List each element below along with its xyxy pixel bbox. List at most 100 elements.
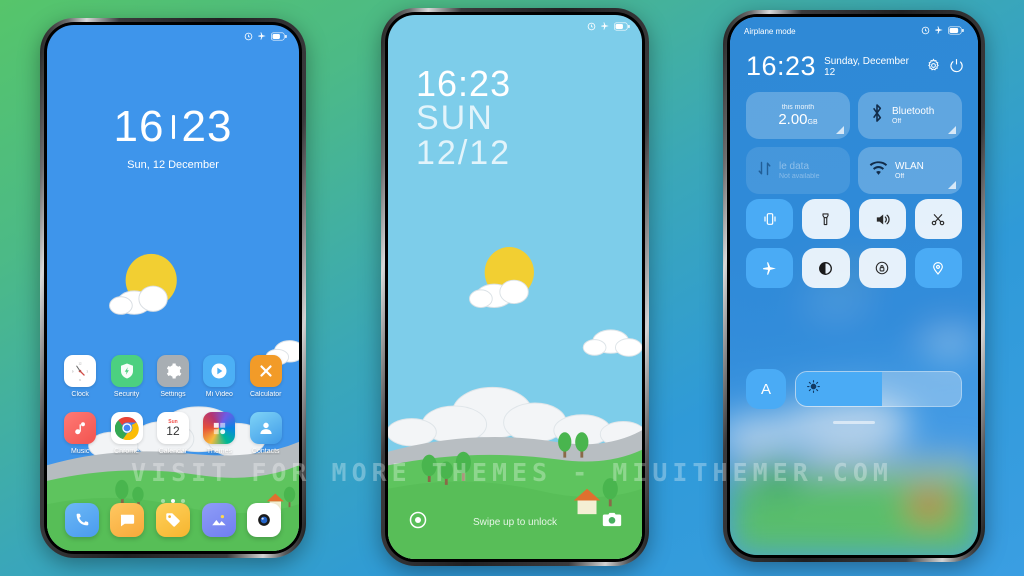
toggle-sound[interactable] [858, 199, 906, 239]
app-label: Calendar [158, 448, 188, 455]
brightness-row: A [746, 369, 962, 409]
battery-icon [614, 18, 630, 36]
app-mi-video[interactable]: Mi Video [198, 355, 240, 398]
calendar-icon: Sun 12 [156, 412, 189, 444]
tile-bluetooth[interactable]: Bluetooth Off [858, 92, 962, 139]
tile-wlan[interactable]: WLAN Off [858, 147, 962, 194]
tile-state: Not available [779, 173, 820, 181]
auto-brightness-button[interactable]: A [746, 369, 786, 409]
big-tile-row-1: this month 2.00GB Bluetooth Off [746, 92, 962, 139]
alarm-icon [587, 18, 596, 36]
mobile-data-icon [757, 160, 772, 182]
app-calendar[interactable]: Sun 12 Calendar [152, 412, 194, 455]
data-usage-period: this month [781, 103, 815, 111]
tile-data-usage[interactable]: this month 2.00GB [746, 92, 850, 139]
home-clock-widget: 16 23 Sun, 12 December [47, 105, 299, 172]
app-contacts[interactable]: Contacts [245, 412, 287, 455]
home-app-grid: 12 3 6 9 Clock Security Settings Mi Vide… [47, 355, 299, 469]
airplane-icon [257, 28, 267, 46]
home-wallpaper [47, 25, 299, 551]
app-label: Settings [160, 391, 186, 398]
phone3-screen: Airplane mode 16:23 Sunday, December 12 … [730, 17, 978, 555]
airplane-icon [600, 18, 610, 36]
close-x-icon [249, 355, 282, 387]
home-clock-date: Sun, 12 December [127, 159, 219, 171]
app-music[interactable]: Music [59, 412, 101, 455]
panel-grabber[interactable] [730, 421, 978, 424]
toggle-row-1 [746, 199, 962, 239]
clock-icon: 12 3 6 9 [64, 355, 97, 387]
expand-corner-icon[interactable] [836, 126, 844, 134]
home-dock [47, 503, 299, 537]
phone2-screen: 16:23 SUN 12/12 Swipe up to unlock [388, 15, 642, 559]
app-themes[interactable]: Themes [198, 412, 240, 455]
app-clock[interactable]: 12 3 6 9 Clock [59, 355, 101, 398]
data-usage-value: 2.00 [778, 110, 808, 128]
app-calculator[interactable]: Calculator [245, 355, 287, 398]
app-label: Security [113, 391, 140, 398]
toggle-airplane-mode[interactable] [746, 248, 794, 288]
toggle-rotation-lock[interactable] [858, 248, 906, 288]
phone-device-control-center: Airplane mode 16:23 Sunday, December 12 … [723, 10, 985, 562]
expand-corner-icon[interactable] [948, 181, 956, 189]
alarm-icon [921, 26, 930, 37]
gallery-icon[interactable] [201, 503, 236, 537]
toggle-screenshot[interactable] [914, 199, 962, 239]
control-center-panel: Airplane mode 16:23 Sunday, December 12 … [730, 17, 978, 555]
toggle-flashlight[interactable] [802, 199, 850, 239]
camera-icon[interactable] [247, 503, 282, 537]
lockscreen-bottom-bar: Swipe up to unlock [388, 507, 642, 537]
home-clock-hours: 16 [113, 102, 165, 151]
airplane-icon [934, 25, 944, 37]
phone3-bezel: Airplane mode 16:23 Sunday, December 12 … [727, 14, 981, 558]
message-icon[interactable] [110, 503, 145, 537]
airplane-mode-label: Airplane mode [744, 26, 796, 36]
bluetooth-icon [869, 103, 885, 128]
app-label: Clock [71, 391, 89, 398]
flashlight-circle-icon[interactable] [408, 510, 428, 535]
lockscreen-clock-widget: 16:23 SUN 12/12 [416, 65, 512, 172]
clock-separator [171, 115, 175, 139]
app-security[interactable]: Security [106, 355, 148, 398]
tile-label: WLAN [895, 160, 924, 172]
unlock-hint: Swipe up to unlock [473, 516, 557, 528]
brightness-slider[interactable] [795, 371, 962, 407]
home-clock-time: 16 23 [47, 105, 299, 149]
home-clock-minutes: 23 [181, 102, 233, 151]
app-settings[interactable]: Settings [152, 355, 194, 398]
calendar-day-number: 12 [166, 423, 180, 438]
gear-icon [156, 355, 189, 387]
tile-state: Off [892, 118, 902, 126]
phone1-bezel: 16 23 Sun, 12 December 12 3 6 9 Clock Se… [44, 22, 302, 554]
phone1-status-bar [47, 25, 299, 49]
phone-device-lock: 16:23 SUN 12/12 Swipe up to unlock [381, 8, 649, 566]
toggle-vibrate[interactable] [746, 199, 794, 239]
svg-text:12: 12 [79, 362, 83, 366]
alarm-icon [244, 28, 253, 46]
app-row-1: 12 3 6 9 Clock Security Settings Mi Vide… [47, 355, 299, 398]
control-center-toggles [746, 199, 962, 288]
camera-icon[interactable] [602, 511, 622, 533]
tile-label: Bluetooth [892, 105, 935, 117]
phone2-status-bar [388, 15, 642, 39]
app-row-2: Music Chrome Sun 12 Calendar Themes Cont… [47, 412, 299, 455]
settings-gear-icon[interactable] [926, 58, 941, 80]
data-usage-unit: GB [807, 118, 818, 126]
contacts-icon [249, 412, 282, 444]
lockscreen-date: 12/12 [416, 133, 512, 172]
phone-icon[interactable] [64, 503, 99, 537]
app-chrome[interactable]: Chrome [106, 412, 148, 455]
power-icon[interactable] [949, 58, 964, 80]
tag-icon[interactable] [155, 503, 190, 537]
wifi-icon [869, 160, 888, 181]
toggle-dark-mode[interactable] [802, 248, 850, 288]
toggle-location[interactable] [914, 248, 962, 288]
expand-corner-icon[interactable] [948, 126, 956, 134]
app-label: Contacts [251, 448, 280, 455]
tile-state: Off [895, 173, 905, 181]
tile-mobile-data[interactable]: le data Not available [746, 147, 850, 194]
themes-icon [203, 412, 236, 444]
app-label: Music [71, 448, 90, 455]
lockscreen-weekday: SUN [416, 99, 494, 138]
phone1-screen: 16 23 Sun, 12 December 12 3 6 9 Clock Se… [47, 25, 299, 551]
